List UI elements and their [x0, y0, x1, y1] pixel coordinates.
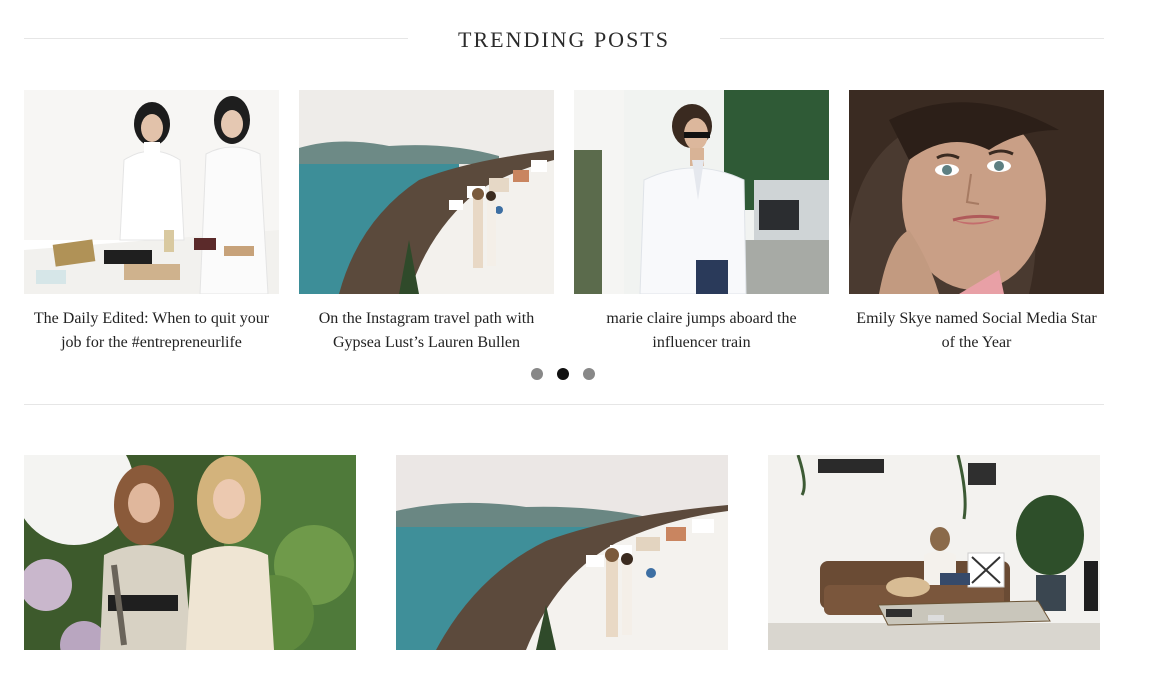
trending-card-image[interactable] — [849, 90, 1104, 294]
header-rule-right — [720, 38, 1104, 39]
post-image[interactable] — [768, 455, 1100, 650]
two-women-at-desk-photo — [24, 90, 279, 294]
santorini-couple-photo — [299, 90, 554, 294]
carousel-dot-2[interactable] — [557, 368, 569, 380]
trending-card[interactable]: On the Instagram travel path with Gypsea… — [299, 90, 554, 355]
carousel-dot-3[interactable] — [583, 368, 595, 380]
trending-card-image[interactable] — [24, 90, 279, 294]
trending-card-image[interactable] — [299, 90, 554, 294]
section-divider — [24, 404, 1104, 405]
header-rule-left — [24, 38, 408, 39]
section-header: TRENDING POSTS — [24, 22, 1104, 58]
woman-on-sofa-with-dog-photo — [768, 455, 1100, 650]
trending-card[interactable]: The Daily Edited: When to quit your job … — [24, 90, 279, 355]
section-title: TRENDING POSTS — [458, 27, 670, 52]
trending-card-title[interactable]: Emily Skye named Social Media Star of th… — [849, 307, 1104, 355]
carousel-pagination — [531, 368, 611, 382]
woman-white-shirt-photo — [574, 90, 829, 294]
trending-card[interactable]: marie claire jumps aboard the influencer… — [574, 90, 829, 355]
two-women-balloons-photo — [24, 455, 356, 650]
trending-card-title[interactable]: marie claire jumps aboard the influencer… — [574, 307, 829, 355]
post-image[interactable] — [396, 455, 728, 650]
santorini-couple-photo — [396, 455, 728, 650]
trending-card-title[interactable]: On the Instagram travel path with Gypsea… — [299, 307, 554, 355]
post-image[interactable] — [24, 455, 356, 650]
trending-card[interactable]: Emily Skye named Social Media Star of th… — [849, 90, 1104, 355]
trending-card-title[interactable]: The Daily Edited: When to quit your job … — [24, 307, 279, 355]
woman-portrait-photo — [849, 90, 1104, 294]
trending-card-image[interactable] — [574, 90, 829, 294]
carousel-dot-1[interactable] — [531, 368, 543, 380]
